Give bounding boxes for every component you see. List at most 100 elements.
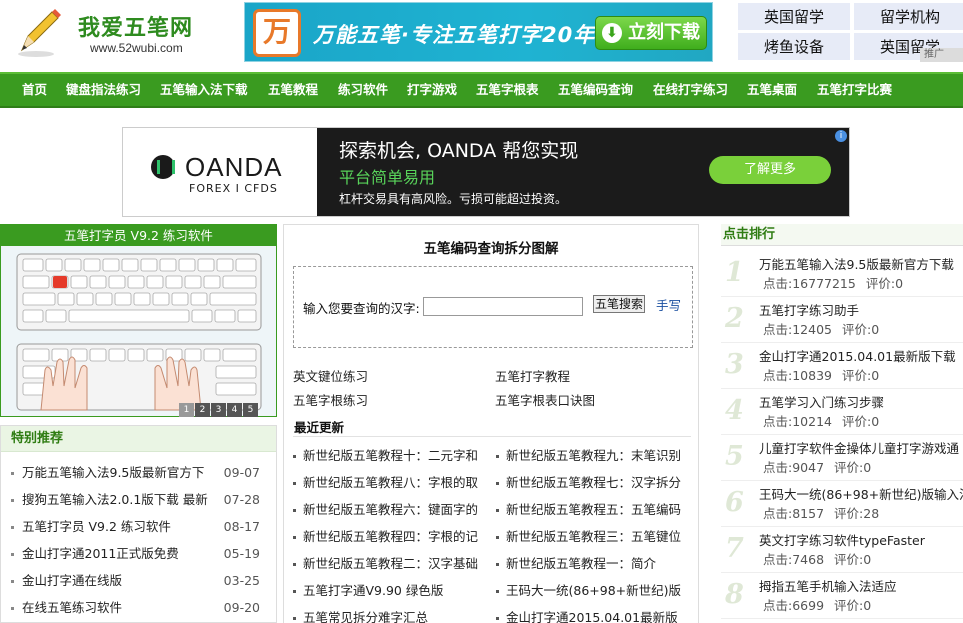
ad-headline: 探索机会, OANDA 帮您实现 <box>339 140 579 162</box>
rank-item[interactable]: 5 儿童打字软件金操体儿童打字游戏通 点击:9047 评价:0 <box>721 435 963 481</box>
nav-item-home[interactable]: 首页 <box>22 74 47 106</box>
list-item[interactable]: 五笔打字员 V9.2 练习软件 08-17 <box>11 514 266 540</box>
news-item[interactable]: 新世纪版五笔教程七：汉字拆分 <box>496 472 694 491</box>
download-icon: ⬇ <box>602 23 622 43</box>
rank-title[interactable]: 拇指五笔手机输入法适应 <box>759 576 897 595</box>
rank-number: 7 <box>725 533 744 564</box>
left-column: 五笔打字员 V9.2 练习软件 12345 特别推荐 万能五笔输入法9.5版最新… <box>0 224 277 623</box>
slide-page[interactable]: 4 <box>227 403 242 417</box>
rank-item[interactable]: 7 英文打字练习软件typeFaster 点击:7468 评价:0 <box>721 527 963 573</box>
news-item[interactable]: 新世纪版五笔教程一：简介 <box>496 553 694 572</box>
news-item[interactable]: 新世纪版五笔教程三：五笔键位 <box>496 526 694 545</box>
news-item[interactable]: 新世纪版五笔教程九：末笔识别 <box>496 445 694 464</box>
rank-stats: 点击:16777215 评价:0 <box>763 276 904 291</box>
quick-link[interactable]: 五笔字根练习 <box>293 390 368 409</box>
rank-title[interactable]: 儿童打字软件金操体儿童打字游戏通 <box>759 438 959 457</box>
nav-item-roots[interactable]: 五笔字根表 <box>476 74 539 106</box>
rank-item[interactable]: 1 万能五笔输入法9.5版最新官方下载 点击:16777215 评价:0 <box>721 251 963 297</box>
news-item[interactable]: 新世纪版五笔教程四：字根的记 <box>293 526 491 545</box>
special-recommend: 特别推荐 万能五笔输入法9.5版最新官方下 09-07 搜狗五笔输入法2.0.1版… <box>0 425 277 623</box>
rank-item[interactable]: 4 五笔学习入门练习步骤 点击:10214 评价:0 <box>721 389 963 435</box>
news-item[interactable]: 五笔常见拆分难字汇总 <box>293 607 491 623</box>
list-item[interactable]: 金山打字通2011正式版免费 05-19 <box>11 541 266 567</box>
software-title[interactable]: 五笔打字员 V9.2 练习软件 <box>1 225 276 246</box>
quick-link[interactable]: 英文键位练习 <box>293 366 368 385</box>
rank-item[interactable]: 6 王码大一统(86+98+新世纪)版输入法 点击:8157 评价:28 <box>721 481 963 527</box>
news-item[interactable]: 新世纪版五笔教程六：键面字的 <box>293 499 491 518</box>
nav-item-download[interactable]: 五笔输入法下载 <box>160 74 248 106</box>
ranking-column: 点击排行 1 万能五笔输入法9.5版最新官方下载 点击:16777215 评价:0… <box>721 224 963 623</box>
news-item[interactable]: 新世纪版五笔教程八：字根的取 <box>293 472 491 491</box>
oanda-logo-icon <box>151 155 175 179</box>
nav-item-contest[interactable]: 五笔打字比赛 <box>817 74 892 106</box>
rank-number: 8 <box>725 579 744 610</box>
list-item[interactable]: 金山打字通在线版 03-25 <box>11 568 266 594</box>
nav-item-games[interactable]: 打字游戏 <box>407 74 457 106</box>
ranking-title: 点击排行 <box>721 224 963 246</box>
rank-stats: 点击:6699 评价:0 <box>763 598 872 613</box>
rank-stats: 点击:7468 评价:0 <box>763 552 872 567</box>
list-item[interactable]: 搜狗五笔输入法2.0.1版下载 最新 07-28 <box>11 487 266 513</box>
rank-item[interactable]: 3 金山打字通2015.04.01最新版下载 点击:10839 评价:0 <box>721 343 963 389</box>
quick-link[interactable]: 五笔打字教程 <box>495 366 570 385</box>
site-header: 我爱五笔网 www.52wubi.com 万 万能五笔·专注五笔打字20年 ⬇ … <box>0 0 963 72</box>
ad-tag: 推广 <box>920 48 963 62</box>
rank-title[interactable]: 五笔打字练习助手 <box>759 300 859 319</box>
news-item[interactable]: 金山打字通2015.04.01最新版 <box>496 607 694 623</box>
rank-title[interactable]: 五笔学习入门练习步骤 <box>759 392 884 411</box>
ad-subline: 平台简单易用 <box>339 168 436 187</box>
rank-title[interactable]: 王码大一统(86+98+新世纪)版输入法 <box>759 484 963 503</box>
search-input[interactable] <box>423 297 583 316</box>
slide-page[interactable]: 5 <box>243 403 258 417</box>
pencil-icon <box>18 9 61 57</box>
list-item[interactable]: 在线五笔练习软件 09-20 <box>11 595 266 621</box>
rank-stats: 点击:10839 评价:0 <box>763 368 880 383</box>
download-now-button[interactable]: ⬇ 立刻下载 <box>595 16 707 50</box>
nav-item-tutorial[interactable]: 五笔教程 <box>268 74 318 106</box>
learn-more-button[interactable]: 了解更多 <box>709 156 831 184</box>
slide-pager: 12345 <box>179 401 259 417</box>
rank-title[interactable]: 万能五笔输入法9.5版最新官方下载 <box>759 254 954 273</box>
nav-item-fingering[interactable]: 键盘指法练习 <box>66 74 141 106</box>
news-item[interactable]: 五笔打字通V9.90 绿色版 <box>293 580 491 599</box>
code-search-box: 输入您要查询的汉字: 五笔搜索 手写 <box>293 266 693 348</box>
keyboard-screenshot-image[interactable] <box>1 246 276 416</box>
news-item[interactable]: 王码大一统(86+98+新世纪)版 <box>496 580 694 599</box>
rank-stats: 点击:10214 评价:0 <box>763 414 880 429</box>
news-item[interactable]: 新世纪版五笔教程二：汉字基础 <box>293 553 491 572</box>
nav-item-online-practice[interactable]: 在线打字练习 <box>653 74 728 106</box>
ad-link[interactable]: 英国留学 <box>737 2 851 31</box>
nav-item-desktop[interactable]: 五笔桌面 <box>747 74 797 106</box>
search-label: 输入您要查询的汉字: <box>303 301 420 316</box>
rank-item[interactable]: 8 拇指五笔手机输入法适应 点击:6699 评价:0 <box>721 573 963 619</box>
handwrite-link[interactable]: 手写 <box>656 295 681 314</box>
rank-number: 5 <box>725 441 744 472</box>
oanda-ad[interactable]: OANDA FOREX I CFDS 探索机会, OANDA 帮您实现 平台简单… <box>122 127 850 217</box>
slide-page[interactable]: 2 <box>195 403 210 417</box>
download-banner[interactable]: 万 万能五笔·专注五笔打字20年 ⬇ 立刻下载 <box>244 2 713 62</box>
quick-link[interactable]: 五笔字根表口诀图 <box>495 390 595 409</box>
ad-info-icon[interactable]: i <box>835 130 847 142</box>
rank-item[interactable]: 2 五笔打字练习助手 点击:12405 评价:0 <box>721 297 963 343</box>
nav-item-code-query[interactable]: 五笔编码查询 <box>558 74 633 106</box>
news-item[interactable]: 新世纪版五笔教程五：五笔编码 <box>496 499 694 518</box>
wanneng-logo-icon: 万 <box>253 9 301 57</box>
ad-link[interactable]: 留学机构 <box>853 2 963 31</box>
rank-number: 1 <box>725 257 744 288</box>
rank-stats: 点击:12405 评价:0 <box>763 322 880 337</box>
nav-item-software[interactable]: 练习软件 <box>338 74 388 106</box>
slide-page[interactable]: 1 <box>179 403 194 417</box>
list-item[interactable]: 万能五笔输入法9.5版最新官方下 09-07 <box>11 460 266 486</box>
slide-page[interactable]: 3 <box>211 403 226 417</box>
rank-number: 2 <box>725 303 744 334</box>
main-nav: 首页 键盘指法练习 五笔输入法下载 五笔教程 练习软件 打字游戏 五笔字根表 五… <box>0 72 963 108</box>
news-item[interactable]: 新世纪版五笔教程十：二元字和 <box>293 445 491 464</box>
ad-link[interactable]: 烤鱼设备 <box>737 32 851 61</box>
rank-stats: 点击:8157 评价:28 <box>763 506 880 521</box>
site-title: 我爱五笔网 <box>78 16 194 41</box>
site-logo[interactable]: 我爱五笔网 www.52wubi.com <box>14 4 224 64</box>
search-button[interactable]: 五笔搜索 <box>593 295 645 313</box>
rank-title[interactable]: 金山打字通2015.04.01最新版下载 <box>759 346 956 365</box>
rank-title[interactable]: 英文打字练习软件typeFaster <box>759 530 925 549</box>
rank-number: 3 <box>725 349 744 380</box>
